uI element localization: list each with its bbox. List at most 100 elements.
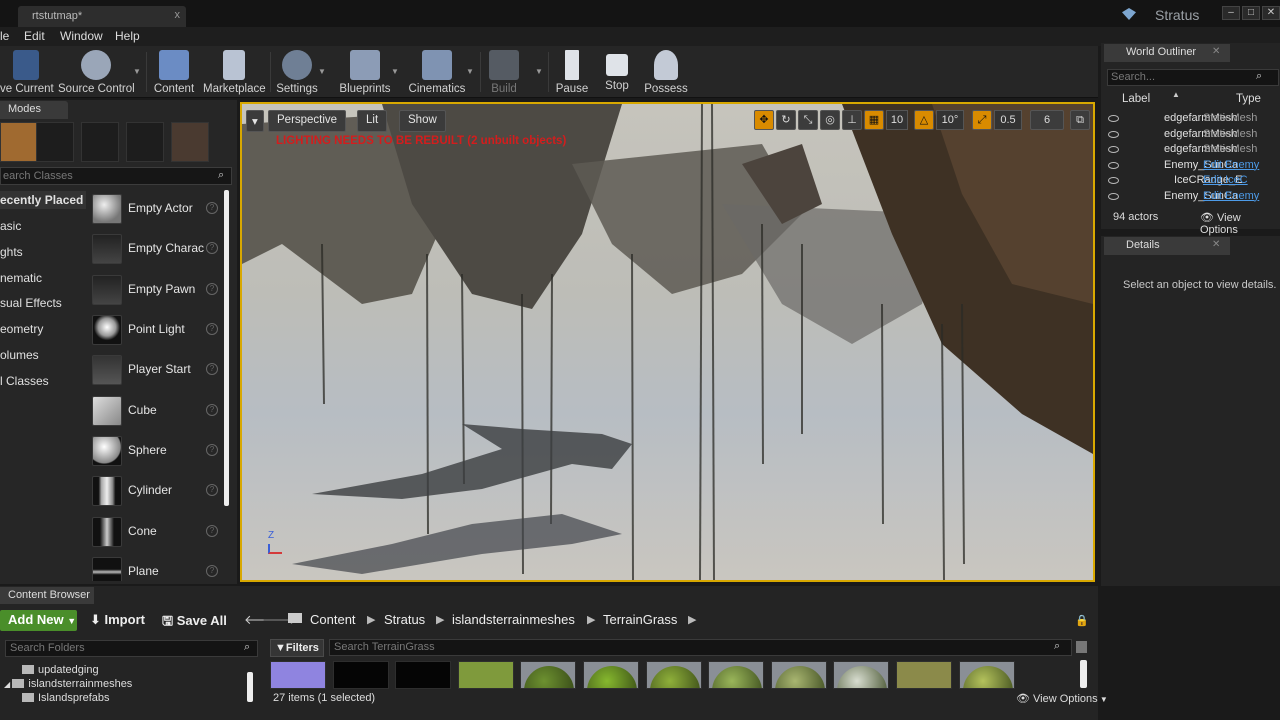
maximize-viewport-icon[interactable]: ⧉ bbox=[1070, 110, 1090, 130]
save-current-button[interactable]: ve Current bbox=[0, 46, 54, 98]
chevron-down-icon[interactable]: ▼ bbox=[318, 67, 326, 76]
help-icon[interactable]: ? bbox=[206, 323, 218, 335]
rotation-snap-icon[interactable]: △ bbox=[914, 110, 934, 130]
cinematics-button[interactable]: Cinematics bbox=[408, 46, 466, 98]
help-icon[interactable]: ? bbox=[206, 363, 218, 375]
close-tab-icon[interactable]: x bbox=[175, 9, 181, 21]
surface-snap-icon[interactable]: ⊥ bbox=[842, 110, 862, 130]
show-button[interactable]: Show bbox=[399, 110, 446, 132]
landscape-mode-icon[interactable] bbox=[81, 122, 119, 162]
viewport-options-button[interactable]: ▾ bbox=[246, 110, 264, 132]
close-window-button[interactable]: ✕ bbox=[1262, 6, 1280, 20]
category-visual-effects[interactable]: sual Effects bbox=[0, 296, 86, 310]
folder-scrollbar[interactable] bbox=[247, 672, 253, 702]
level-tab[interactable]: rtstutmap* x bbox=[18, 6, 186, 27]
modes-scrollbar[interactable] bbox=[224, 190, 229, 506]
menu-file[interactable]: le bbox=[0, 29, 9, 43]
help-icon[interactable]: ? bbox=[206, 202, 218, 214]
category-cinematic[interactable]: nematic bbox=[0, 271, 86, 285]
content-view-options[interactable]: 👁 View Options ▼ bbox=[1016, 692, 1108, 705]
outliner-row-type-link[interactable]: Edit IceC bbox=[1203, 174, 1248, 186]
breadcrumb-islandsterrainmeshes[interactable]: islandsterrainmeshes bbox=[452, 612, 575, 627]
breadcrumb-terraingrass[interactable]: TerrainGrass bbox=[603, 612, 677, 627]
marketplace-button[interactable]: Marketplace bbox=[203, 46, 266, 98]
help-icon[interactable]: ? bbox=[206, 484, 218, 496]
place-cylinder[interactable]: Cylinder? bbox=[88, 472, 224, 510]
asset-thumbnail[interactable] bbox=[270, 661, 326, 689]
asset-thumbnail[interactable] bbox=[332, 661, 389, 689]
maximize-button[interactable]: □ bbox=[1242, 6, 1260, 20]
help-icon[interactable]: ? bbox=[206, 404, 218, 416]
blueprints-button[interactable]: Blueprints bbox=[338, 46, 392, 98]
lock-icon[interactable]: 🔒 bbox=[1075, 614, 1089, 627]
filters-button[interactable]: ▼Filters bbox=[270, 639, 324, 657]
place-cube[interactable]: Cube? bbox=[88, 392, 224, 430]
minimize-button[interactable]: – bbox=[1222, 6, 1240, 20]
outliner-row-type-link[interactable]: Edit Enemy bbox=[1203, 190, 1259, 202]
help-icon[interactable]: ? bbox=[206, 242, 218, 254]
category-lights[interactable]: ghts bbox=[0, 245, 86, 259]
asset-thumbnail[interactable] bbox=[457, 661, 514, 689]
asset-scrollbar[interactable] bbox=[1080, 660, 1087, 688]
help-icon[interactable]: ? bbox=[206, 565, 218, 577]
asset-search-input[interactable]: Search TerrainGrass bbox=[329, 639, 1072, 656]
visibility-eye-icon[interactable] bbox=[1108, 115, 1119, 122]
asset-thumbnail[interactable] bbox=[583, 661, 639, 689]
asset-thumbnail[interactable] bbox=[833, 661, 890, 689]
world-space-icon[interactable]: ◎ bbox=[820, 110, 840, 130]
rotate-icon[interactable]: ↻ bbox=[776, 110, 796, 130]
category-recently-placed[interactable]: ecently Placed bbox=[0, 191, 86, 209]
category-basic[interactable]: asic bbox=[0, 219, 86, 233]
place-sphere[interactable]: Sphere? bbox=[88, 432, 224, 470]
help-icon[interactable]: ? bbox=[206, 444, 218, 456]
visibility-eye-icon[interactable] bbox=[1108, 146, 1119, 153]
outliner-row-type-link[interactable]: Edit Enemy bbox=[1203, 159, 1259, 171]
outliner-row[interactable]: edgefarmMesh StaticMesh bbox=[1104, 127, 1280, 143]
asset-thumbnail[interactable] bbox=[395, 661, 452, 689]
scale-snap-icon[interactable]: ⤢ bbox=[972, 110, 992, 130]
place-empty-character[interactable]: Empty Charac? bbox=[88, 230, 224, 268]
help-icon[interactable]: ? bbox=[206, 283, 218, 295]
outliner-row[interactable]: Enemy_SunCa Edit Enemy bbox=[1104, 189, 1280, 205]
category-volumes[interactable]: olumes bbox=[0, 348, 86, 362]
search-folders-input[interactable]: Search Folders bbox=[5, 640, 258, 657]
foliage-mode-icon[interactable] bbox=[126, 122, 164, 162]
save-all-button[interactable]: 🖫 Save All bbox=[162, 612, 227, 634]
visibility-eye-icon[interactable] bbox=[1108, 130, 1119, 138]
close-details-icon[interactable]: ✕ bbox=[1212, 239, 1220, 250]
category-all-classes[interactable]: l Classes bbox=[0, 374, 86, 388]
level-viewport[interactable]: ▾ Perspective Lit Show LIGHTING NEEDS TO… bbox=[240, 102, 1095, 582]
asset-thumbnail[interactable] bbox=[896, 661, 952, 689]
menu-edit[interactable]: Edit bbox=[24, 29, 45, 43]
breadcrumb-separator-icon[interactable]: ▶ bbox=[367, 613, 375, 626]
place-empty-pawn[interactable]: Empty Pawn? bbox=[88, 271, 224, 309]
menu-help[interactable]: Help bbox=[115, 29, 140, 43]
breadcrumb-content[interactable]: Content bbox=[310, 612, 356, 627]
chevron-down-icon[interactable]: ▼ bbox=[133, 67, 141, 76]
scale-icon[interactable]: ⤡ bbox=[798, 110, 818, 130]
modes-tab[interactable]: Modes bbox=[0, 101, 68, 119]
outliner-row[interactable]: edgefarmMesh StaticMesh bbox=[1104, 111, 1280, 127]
place-empty-actor[interactable]: Empty Actor? bbox=[88, 190, 224, 228]
outliner-col-type[interactable]: Type bbox=[1236, 93, 1261, 105]
geometry-mode-icon[interactable] bbox=[171, 122, 209, 162]
breadcrumb-stratus[interactable]: Stratus bbox=[384, 612, 425, 627]
asset-thumbnail[interactable] bbox=[708, 661, 765, 689]
chevron-down-icon[interactable]: ▼ bbox=[535, 67, 543, 76]
perspective-button[interactable]: Perspective bbox=[268, 110, 347, 132]
asset-thumbnail[interactable] bbox=[770, 661, 827, 689]
camera-speed-icon[interactable]: 6 bbox=[1030, 110, 1064, 130]
place-player-start[interactable]: Player Start? bbox=[88, 351, 224, 389]
outliner-search-input[interactable]: Search... bbox=[1107, 69, 1279, 86]
outliner-row[interactable]: IceCRange_E Edit IceC bbox=[1104, 173, 1280, 189]
lit-button[interactable]: Lit bbox=[357, 110, 388, 132]
rotation-snap-value[interactable]: 10° bbox=[936, 110, 964, 130]
outliner-row[interactable]: edgefarmMesh StaticMesh bbox=[1104, 142, 1280, 158]
visibility-eye-icon[interactable] bbox=[1108, 192, 1119, 200]
place-mode-icon[interactable] bbox=[0, 122, 38, 162]
chevron-down-icon[interactable]: ▼ bbox=[466, 67, 474, 76]
outliner-row[interactable]: Enemy_SunCa Edit Enemy bbox=[1104, 158, 1280, 174]
asset-thumbnail[interactable] bbox=[645, 661, 702, 689]
outliner-col-label[interactable]: Label bbox=[1122, 93, 1150, 105]
content-button[interactable]: Content bbox=[152, 46, 196, 98]
